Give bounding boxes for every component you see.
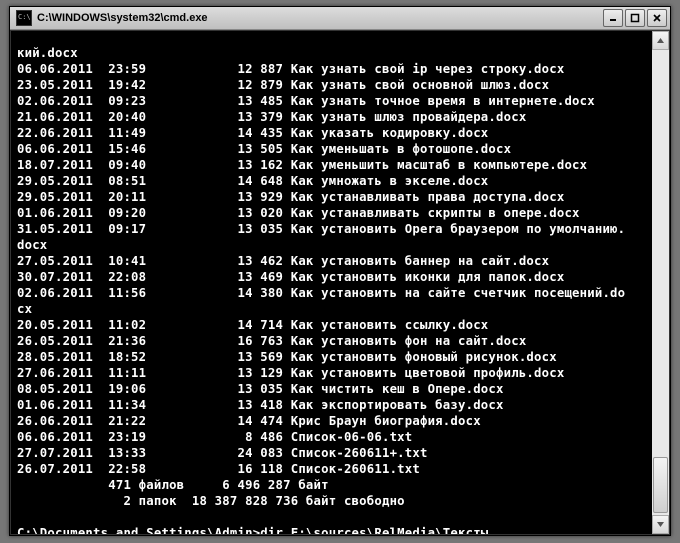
client-area: кий.docx 06.06.2011 23:59 12 887 Как узн… <box>10 30 670 535</box>
cmd-icon <box>16 10 32 26</box>
terminal-viewport[interactable]: кий.docx 06.06.2011 23:59 12 887 Как узн… <box>11 31 652 534</box>
minimize-icon <box>608 13 618 23</box>
close-icon <box>652 13 662 23</box>
scroll-track[interactable] <box>652 50 669 515</box>
vertical-scrollbar[interactable] <box>652 31 669 534</box>
scroll-up-button[interactable] <box>652 31 669 50</box>
window-controls <box>603 9 667 27</box>
chevron-down-icon <box>656 520 665 529</box>
scroll-thumb[interactable] <box>653 457 668 513</box>
scroll-down-button[interactable] <box>652 515 669 534</box>
maximize-icon <box>630 13 640 23</box>
titlebar[interactable]: C:\WINDOWS\system32\cmd.exe <box>10 7 670 30</box>
maximize-button[interactable] <box>625 9 645 27</box>
window-title: C:\WINDOWS\system32\cmd.exe <box>37 12 603 24</box>
cmd-window: C:\WINDOWS\system32\cmd.exe кий.docx 06.… <box>9 6 671 536</box>
minimize-button[interactable] <box>603 9 623 27</box>
chevron-up-icon <box>656 36 665 45</box>
terminal-output: кий.docx 06.06.2011 23:59 12 887 Как узн… <box>11 43 652 534</box>
close-button[interactable] <box>647 9 667 27</box>
